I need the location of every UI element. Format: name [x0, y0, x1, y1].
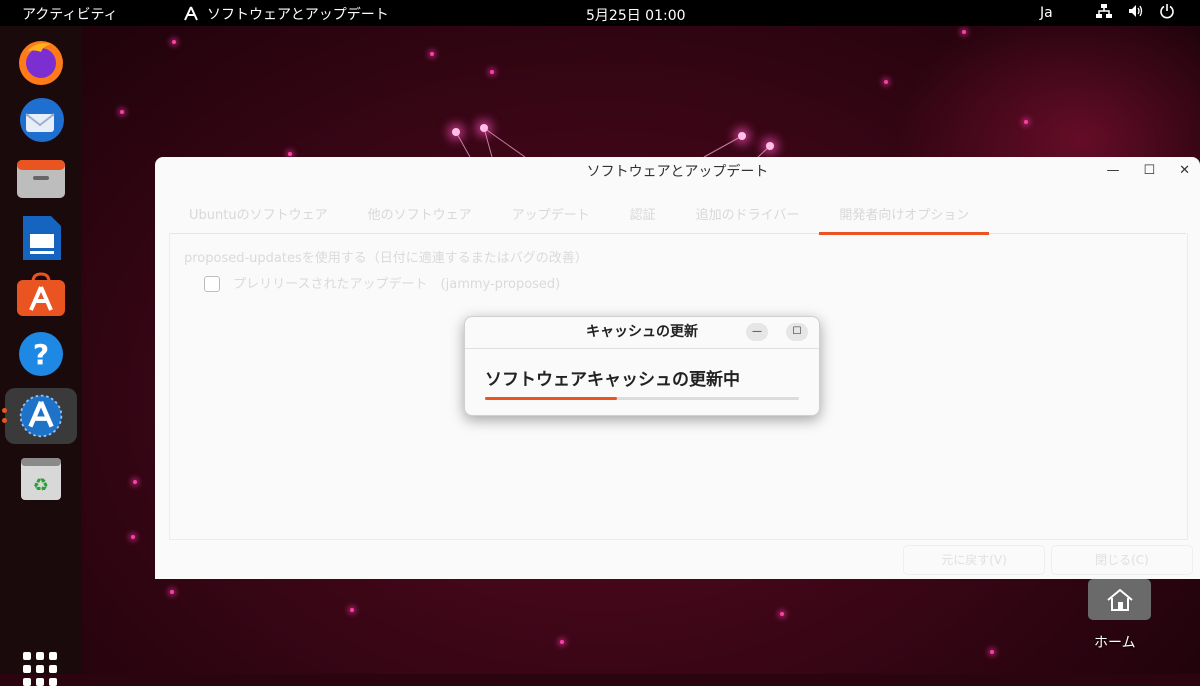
app-menu[interactable]: ソフトウェアとアップデート [183, 4, 389, 24]
activities-button[interactable]: アクティビティ [22, 4, 118, 24]
revert-button[interactable]: 元に戻す(V) [903, 545, 1045, 575]
svg-text:♻: ♻ [33, 475, 49, 496]
svg-text:?: ? [33, 338, 49, 371]
trash-icon[interactable]: ♻ [15, 452, 67, 504]
tab-ubuntu-software[interactable]: Ubuntuのソフトウェア [169, 199, 348, 232]
volume-icon [1129, 5, 1143, 17]
network-icon [1096, 4, 1112, 18]
tab-authentication[interactable]: 認証 [610, 199, 676, 232]
window-controls: — ☐ ✕ [1106, 163, 1190, 178]
tab-additional-drivers[interactable]: 追加のドライバー [676, 199, 820, 232]
thunderbird-icon[interactable] [15, 94, 67, 146]
software-updater-icon[interactable] [5, 388, 77, 444]
software-updater-icon [184, 6, 198, 21]
prerelease-checkbox[interactable] [204, 275, 220, 292]
progress-fill [485, 397, 617, 400]
dialog-message: ソフトウェアキャッシュの更新中 [485, 370, 740, 390]
tab-developer-options[interactable]: 開発者向けオプション [819, 199, 990, 235]
tab-updates[interactable]: アップデート [492, 199, 610, 232]
app-menu-label: ソフトウェアとアップデート [207, 7, 389, 23]
dialog-maximize-button[interactable]: ☐ [786, 323, 808, 341]
firefox-icon[interactable] [15, 36, 67, 88]
libreoffice-writer-icon[interactable] [15, 212, 67, 264]
close-window-button[interactable]: 閉じる(C) [1051, 545, 1193, 575]
running-indicator [2, 418, 7, 423]
dialog-minimize-button[interactable]: — [746, 323, 768, 341]
power-icon [1160, 4, 1174, 19]
running-indicator [2, 408, 7, 413]
close-button[interactable]: ✕ [1179, 163, 1190, 178]
app-center-icon[interactable] [15, 270, 67, 322]
cache-update-dialog: キャッシュの更新 — ☐ ソフトウェアキャッシュの更新中 [464, 316, 820, 416]
tab-bar: Ubuntuのソフトウェア 他のソフトウェア アップデート 認証 追加のドライバ… [169, 199, 1186, 235]
maximize-button[interactable]: ☐ [1143, 163, 1155, 178]
cache-progress-bar [485, 397, 799, 400]
prerelease-suffix: (jammy-proposed) [440, 277, 561, 292]
clock[interactable]: 5月25日 01:00 [586, 5, 686, 25]
proposed-updates-description: proposed-updatesを使用する（日付に適連するまたはバグの改善） [184, 251, 588, 266]
home-folder-label: ホーム [1094, 635, 1136, 651]
window-title: ソフトウェアとアップデート [586, 164, 769, 180]
files-icon[interactable] [15, 152, 67, 204]
prerelease-label: プレリリースされたアップデート [233, 277, 428, 292]
top-bar: アクティビティ ソフトウェアとアップデート 5月25日 01:00 Ja [0, 0, 1200, 26]
tab-other-software[interactable]: 他のソフトウェア [348, 199, 492, 232]
dock: ? ♻ [0, 26, 82, 686]
prerelease-option[interactable]: プレリリースされたアップデート (jammy-proposed) [204, 273, 560, 292]
system-tray[interactable] [1095, 3, 1175, 19]
minimize-button[interactable]: — [1106, 163, 1119, 178]
help-icon[interactable]: ? [15, 328, 67, 380]
input-method-indicator[interactable]: Ja [1040, 5, 1053, 21]
home-folder-icon[interactable] [1088, 579, 1151, 620]
show-apps-grid-icon[interactable] [23, 652, 57, 686]
